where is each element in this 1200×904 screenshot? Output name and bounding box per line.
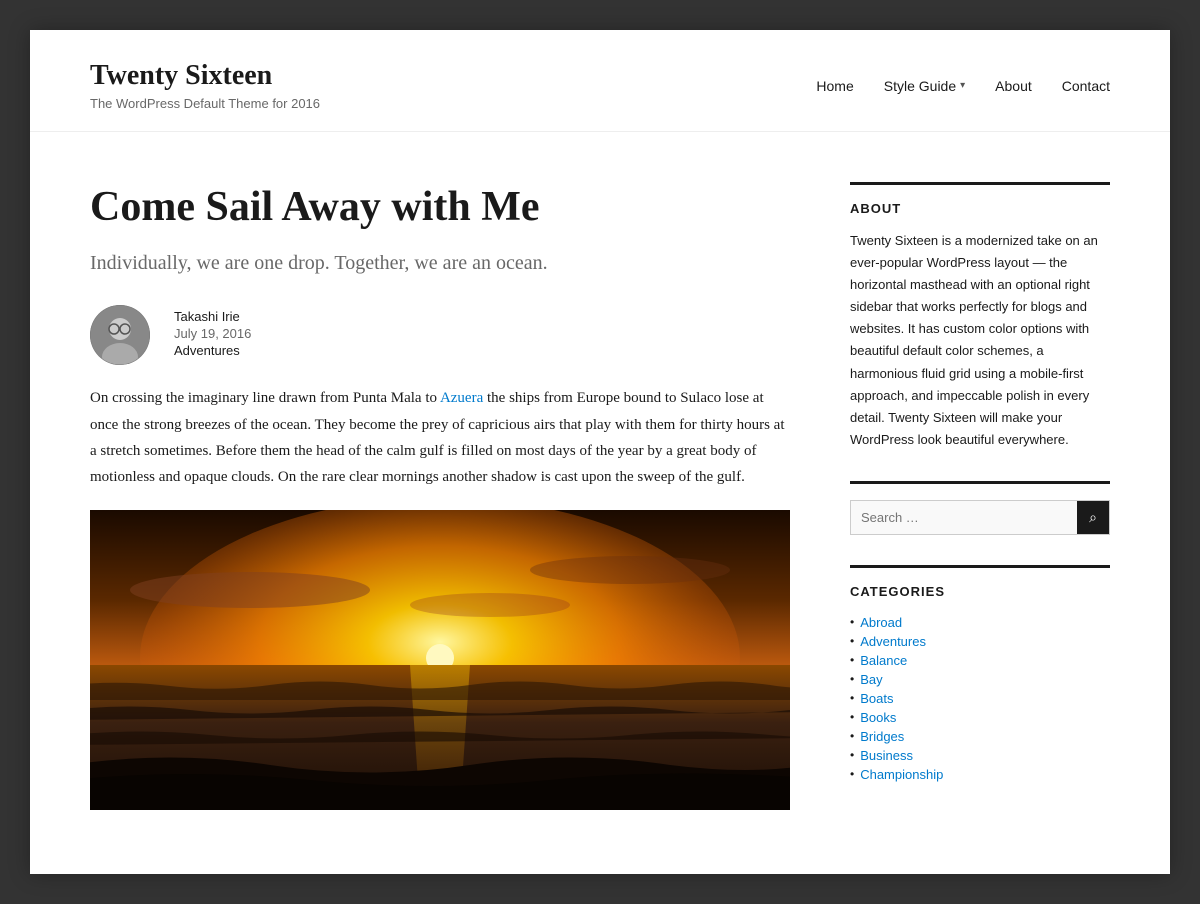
azuera-link[interactable]: Azuera — [440, 390, 483, 406]
list-item: Bridges — [850, 727, 1110, 746]
list-item: Adventures — [850, 632, 1110, 651]
main-nav: Home Style Guide ▾ About Contact — [816, 78, 1110, 94]
categories-list: Abroad Adventures Balance Bay Boats Book… — [850, 613, 1110, 784]
post-date: July 19, 2016 — [174, 326, 251, 341]
site-header: Twenty Sixteen The WordPress Default The… — [30, 30, 1170, 132]
sunset-ocean-image — [90, 510, 790, 810]
category-link-adventures[interactable]: Adventures — [860, 634, 926, 649]
list-item: Books — [850, 708, 1110, 727]
categories-divider — [850, 565, 1110, 568]
sidebar: ABOUT Twenty Sixteen is a modernized tak… — [850, 182, 1110, 814]
category-link-bridges[interactable]: Bridges — [860, 729, 904, 744]
category-link-books[interactable]: Books — [860, 710, 896, 725]
post-meta: Takashi Irie July 19, 2016 Adventures — [174, 305, 251, 365]
site-description: The WordPress Default Theme for 2016 — [90, 96, 320, 111]
category-link-boats[interactable]: Boats — [860, 691, 893, 706]
site-title: Twenty Sixteen — [90, 60, 320, 92]
site-branding: Twenty Sixteen The WordPress Default The… — [90, 60, 320, 111]
list-item: Business — [850, 746, 1110, 765]
post-title: Come Sail Away with Me — [90, 182, 790, 232]
about-section-title: ABOUT — [850, 201, 1110, 216]
category-link-bay[interactable]: Bay — [860, 672, 882, 687]
search-divider — [850, 481, 1110, 484]
avatar-image — [90, 305, 150, 365]
nav-item-about[interactable]: About — [995, 78, 1032, 94]
category-link-abroad[interactable]: Abroad — [860, 615, 902, 630]
nav-item-style-guide[interactable]: Style Guide ▾ — [884, 78, 965, 94]
about-text: Twenty Sixteen is a modernized take on a… — [850, 230, 1110, 451]
content-wrapper: Come Sail Away with Me Individually, we … — [30, 132, 1170, 874]
author-name: Takashi Irie — [174, 309, 251, 324]
list-item: Championship — [850, 765, 1110, 784]
about-divider — [850, 182, 1110, 185]
list-item: Bay — [850, 670, 1110, 689]
post-image — [90, 510, 790, 810]
post-subtitle: Individually, we are one drop. Together,… — [90, 252, 790, 275]
category-link-championship[interactable]: Championship — [860, 767, 943, 782]
category-link-balance[interactable]: Balance — [860, 653, 907, 668]
nav-item-home[interactable]: Home — [816, 78, 853, 94]
sidebar-categories-section: CATEGORIES Abroad Adventures Balance Bay… — [850, 565, 1110, 784]
categories-section-title: CATEGORIES — [850, 584, 1110, 599]
post-image-container — [90, 510, 790, 810]
search-icon: ⌕ — [1089, 509, 1097, 526]
search-input[interactable] — [851, 501, 1077, 534]
post-meta-section: Takashi Irie July 19, 2016 Adventures — [90, 305, 790, 365]
main-content: Come Sail Away with Me Individually, we … — [90, 182, 790, 814]
search-form: ⌕ — [850, 500, 1110, 535]
list-item: Boats — [850, 689, 1110, 708]
sidebar-search-section: ⌕ — [850, 481, 1110, 535]
nav-item-contact[interactable]: Contact — [1062, 78, 1110, 94]
content-before-link: On crossing the imaginary line drawn fro… — [90, 390, 440, 406]
post-category: Adventures — [174, 343, 251, 358]
list-item: Abroad — [850, 613, 1110, 632]
author-avatar — [90, 305, 150, 365]
sidebar-about-section: ABOUT Twenty Sixteen is a modernized tak… — [850, 182, 1110, 451]
search-button[interactable]: ⌕ — [1077, 501, 1109, 534]
page-wrapper: Twenty Sixteen The WordPress Default The… — [30, 30, 1170, 874]
list-item: Balance — [850, 651, 1110, 670]
post-content: On crossing the imaginary line drawn fro… — [90, 385, 790, 490]
category-link-business[interactable]: Business — [860, 748, 913, 763]
chevron-down-icon: ▾ — [960, 80, 965, 91]
